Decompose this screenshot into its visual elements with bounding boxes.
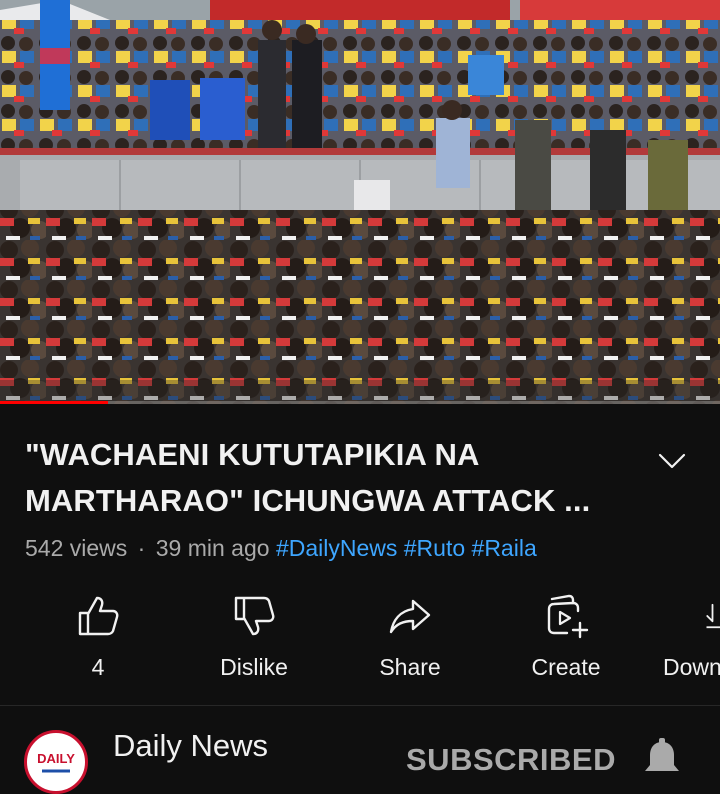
- download-label: Download: [663, 654, 720, 680]
- chevron-down-icon[interactable]: [655, 444, 689, 478]
- like-count: 4: [91, 654, 105, 680]
- like-button[interactable]: 4: [23, 588, 173, 681]
- video-frame: [0, 0, 720, 404]
- download-icon: [706, 603, 720, 629]
- meta-separator: ·: [137, 535, 146, 561]
- hashtag-link[interactable]: #Raila: [472, 535, 537, 561]
- progress-bar[interactable]: [0, 401, 720, 404]
- video-title-line-2: MARTHARAO" ICHUNGWA ATTACK ...: [25, 483, 591, 518]
- daily-news-logo-icon: DAILY: [28, 734, 84, 790]
- bell-icon[interactable]: [640, 738, 684, 782]
- dislike-button[interactable]: Dislike: [179, 588, 329, 681]
- video-meta: 542 views · 39 min ago #DailyNews #Ruto …: [25, 535, 537, 562]
- share-arrow-icon: [389, 599, 431, 634]
- channel-name[interactable]: Daily News: [113, 728, 268, 764]
- video-player[interactable]: [0, 0, 720, 404]
- dislike-label: Dislike: [220, 654, 288, 680]
- create-button[interactable]: Create: [491, 588, 641, 681]
- thumbs-down-icon: [234, 596, 275, 636]
- action-bar: 4 Dislike Share Create Down: [0, 588, 720, 698]
- hashtag-link[interactable]: #DailyNews: [276, 535, 397, 561]
- create-clip-icon: [547, 594, 589, 639]
- share-button[interactable]: Share: [335, 588, 485, 681]
- subscribed-button[interactable]: SUBSCRIBED: [406, 742, 616, 778]
- video-title-line-1: "WACHAENI KUTUTAPIKIA NA: [25, 437, 480, 472]
- channel-avatar[interactable]: DAILY: [24, 730, 88, 794]
- divider: [0, 705, 720, 706]
- view-count: 542 views: [25, 535, 128, 561]
- thumbs-up-icon: [78, 596, 119, 636]
- avatar-text: DAILY: [37, 751, 75, 766]
- progress-bar-fill: [0, 401, 108, 404]
- create-label: Create: [531, 654, 601, 680]
- download-button[interactable]: Download: [647, 588, 720, 681]
- video-title[interactable]: "WACHAENI KUTUTAPIKIA NA MARTHARAO" ICHU…: [25, 432, 645, 524]
- upload-time: 39 min ago: [155, 535, 270, 561]
- hashtag-link[interactable]: #Ruto: [404, 535, 465, 561]
- share-label: Share: [379, 654, 441, 680]
